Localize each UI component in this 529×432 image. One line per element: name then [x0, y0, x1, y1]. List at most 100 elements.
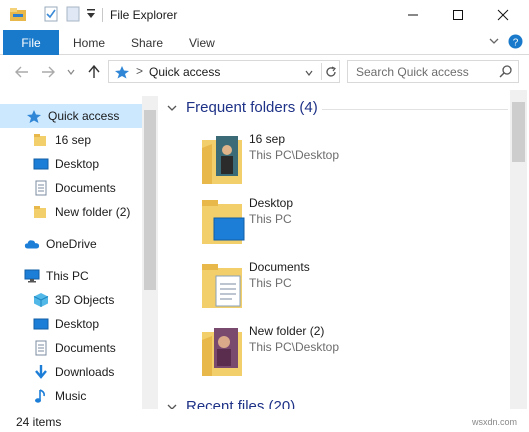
search-box[interactable]: Search Quick access: [347, 60, 519, 83]
computer-icon: [24, 268, 40, 284]
sidebar-item-3d-objects[interactable]: 3D Objects: [0, 288, 142, 312]
sidebar-item-quick-access[interactable]: Quick access: [0, 104, 142, 128]
group-divider: [322, 109, 508, 110]
search-placeholder: Search Quick access: [356, 65, 469, 79]
customize-toolbar-icon[interactable]: [86, 8, 96, 23]
address-bar[interactable]: > Quick access: [108, 60, 340, 83]
music-icon: [33, 388, 49, 404]
sidebar-item-label: Music: [55, 389, 87, 403]
folder-name: New folder (2): [249, 324, 325, 338]
sidebar-item-desktop[interactable]: Desktop: [0, 152, 142, 176]
sidebar-item-16-sep[interactable]: 16 sep: [0, 128, 142, 152]
documents-icon: [33, 340, 49, 356]
folder-location: This PC\Desktop: [249, 148, 340, 162]
group-title: Frequent folders (4): [186, 99, 318, 116]
sidebar-item-label: 3D Objects: [55, 293, 115, 307]
scrollbar-thumb[interactable]: [144, 110, 156, 290]
expand-ribbon-icon[interactable]: [488, 35, 500, 50]
documents-icon: [33, 180, 49, 196]
folder-name: 16 sep: [249, 132, 286, 146]
sidebar-item-desktop-pc[interactable]: Desktop: [0, 312, 142, 336]
frequent-folders-header[interactable]: Frequent folders (4): [166, 99, 318, 116]
download-icon: [33, 364, 49, 380]
sidebar-item-documents-pc[interactable]: Documents: [0, 336, 142, 360]
sidebar-item-label: Quick access: [48, 109, 120, 123]
group-title: Recent files (20): [186, 398, 296, 409]
sidebar-item-documents[interactable]: Documents: [0, 176, 142, 200]
folder-location: This PC: [249, 212, 292, 226]
folder-icon: [33, 204, 49, 220]
up-button[interactable]: [84, 62, 104, 82]
sidebar-item-label: Desktop: [55, 317, 100, 331]
cube-icon: [33, 292, 49, 308]
breadcrumb-quick-access[interactable]: Quick access: [149, 65, 220, 79]
desktop-folder-icon: [200, 196, 246, 252]
folder-name: Desktop: [249, 196, 294, 210]
sidebar-item-downloads[interactable]: Downloads: [0, 360, 142, 384]
chevron-down-icon[interactable]: [166, 103, 178, 113]
folder-tile-16-sep[interactable]: 16 sep This PC\Desktop: [200, 132, 500, 192]
navigation-scrollbar[interactable]: [142, 96, 158, 409]
recent-files-header[interactable]: Recent files (20): [166, 398, 295, 409]
sidebar-item-label: Documents: [55, 341, 116, 355]
documents-folder-icon: [200, 260, 246, 316]
status-bar: 24 items wsxdn.com: [0, 410, 529, 432]
tab-share[interactable]: Share: [131, 30, 163, 55]
maximize-button[interactable]: [435, 0, 481, 30]
refresh-button[interactable]: [321, 63, 339, 80]
search-icon[interactable]: [499, 65, 512, 81]
tab-home[interactable]: Home: [73, 30, 105, 55]
ribbon-tabs: File Home Share View ?: [0, 30, 529, 55]
folder-name: Documents: [249, 260, 310, 274]
watermark: wsxdn.com: [472, 417, 518, 427]
minimize-button[interactable]: [390, 0, 436, 30]
folder-with-photo-icon: [200, 132, 246, 188]
desktop-icon: [33, 156, 49, 172]
help-icon[interactable]: ?: [508, 34, 523, 52]
folder-tile-new-folder-2[interactable]: New folder (2) This PC\Desktop: [200, 324, 500, 384]
folder-location: This PC\Desktop: [249, 340, 340, 354]
folder-with-photo-icon: [200, 324, 246, 380]
sidebar-item-label: This PC: [46, 269, 89, 283]
star-icon: [26, 108, 42, 124]
cloud-icon: [24, 236, 40, 252]
scrollbar-thumb[interactable]: [512, 102, 525, 162]
folder-app-icon: [9, 6, 27, 25]
desktop-icon: [33, 316, 49, 332]
close-button[interactable]: [480, 0, 526, 30]
address-row: > Quick access Search Quick access: [0, 56, 529, 88]
forward-button[interactable]: [38, 62, 58, 82]
navigation-pane: Quick access 16 sep Desktop Documents Ne…: [0, 96, 158, 409]
sidebar-item-this-pc[interactable]: This PC: [0, 264, 142, 288]
sidebar-item-new-folder-2[interactable]: New folder (2): [0, 200, 142, 224]
breadcrumb-separator: >: [136, 64, 144, 78]
tab-file[interactable]: File: [3, 30, 59, 55]
sidebar-item-label: Documents: [55, 181, 116, 195]
folder-location: This PC: [249, 276, 292, 290]
sidebar-item-onedrive[interactable]: OneDrive: [0, 232, 142, 256]
new-folder-quick-icon[interactable]: [66, 6, 80, 25]
title-separator: [102, 8, 103, 22]
sidebar-item-label: Downloads: [55, 365, 115, 379]
folder-tile-documents[interactable]: Documents This PC: [200, 260, 500, 320]
window-title: File Explorer: [110, 8, 178, 22]
folder-tile-desktop[interactable]: Desktop This PC: [200, 196, 500, 256]
title-bar: File Explorer: [0, 0, 529, 30]
sidebar-item-music[interactable]: Music: [0, 384, 142, 408]
back-button[interactable]: [12, 62, 32, 82]
recent-locations-button[interactable]: [61, 62, 81, 82]
svg-text:?: ?: [513, 38, 519, 49]
star-icon: [114, 65, 130, 82]
sidebar-item-label: Desktop: [55, 157, 100, 171]
chevron-down-icon[interactable]: [166, 402, 178, 409]
tab-view[interactable]: View: [189, 30, 215, 55]
sidebar-item-label: OneDrive: [46, 237, 97, 251]
sidebar-item-label: New folder (2): [55, 205, 131, 219]
address-dropdown-icon[interactable]: [304, 64, 314, 81]
item-count: 24 items: [16, 415, 62, 429]
content-pane: Frequent folders (4) 16 sep This PC\Desk…: [160, 90, 510, 409]
sidebar-item-label: 16 sep: [55, 133, 92, 147]
content-scrollbar[interactable]: [510, 90, 527, 409]
folder-icon: [33, 132, 49, 148]
properties-icon[interactable]: [44, 6, 58, 25]
